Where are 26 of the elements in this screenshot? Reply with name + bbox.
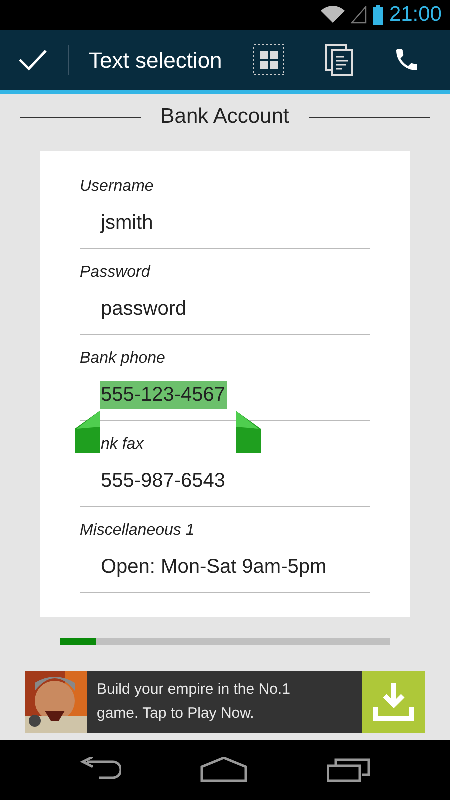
selection-handle[interactable] [73, 411, 100, 454]
input-field[interactable]: password [100, 294, 188, 322]
selection-handle[interactable] [236, 411, 263, 454]
wifi-icon [321, 6, 346, 24]
input-field[interactable]: jsmith [100, 208, 154, 236]
copy-icon[interactable] [325, 44, 354, 76]
input-field[interactable]: Open: Mon-Sat 9am-5pm [100, 552, 328, 580]
field-label: Bank phone [80, 349, 166, 369]
field-label: Miscellaneous 1 [80, 521, 196, 541]
recent-apps-icon[interactable] [326, 757, 371, 783]
checkmark-icon[interactable] [18, 48, 48, 72]
field-label: Username [80, 177, 155, 197]
battery-icon [373, 5, 384, 25]
select-all-icon[interactable] [253, 44, 286, 76]
field-label: Password [80, 263, 152, 283]
action-bar-title: Text selection [89, 46, 222, 74]
section-title: Bank Account [160, 104, 290, 130]
field-label: nk fax [100, 435, 145, 455]
download-icon [372, 681, 414, 723]
signal-icon [351, 6, 368, 24]
input-field[interactable]: 555-123-4567 [100, 380, 227, 408]
ad-text: Build your empire in the No.1 game. Tap to Play Now. [97, 680, 292, 724]
clock-time: 21:00 [389, 2, 442, 28]
home-icon[interactable] [200, 757, 248, 783]
input-field[interactable]: 555-987-6543 [100, 466, 227, 494]
ad-banner[interactable]: Build your empire in the No.1 game. Tap to Play Now. [25, 671, 425, 733]
